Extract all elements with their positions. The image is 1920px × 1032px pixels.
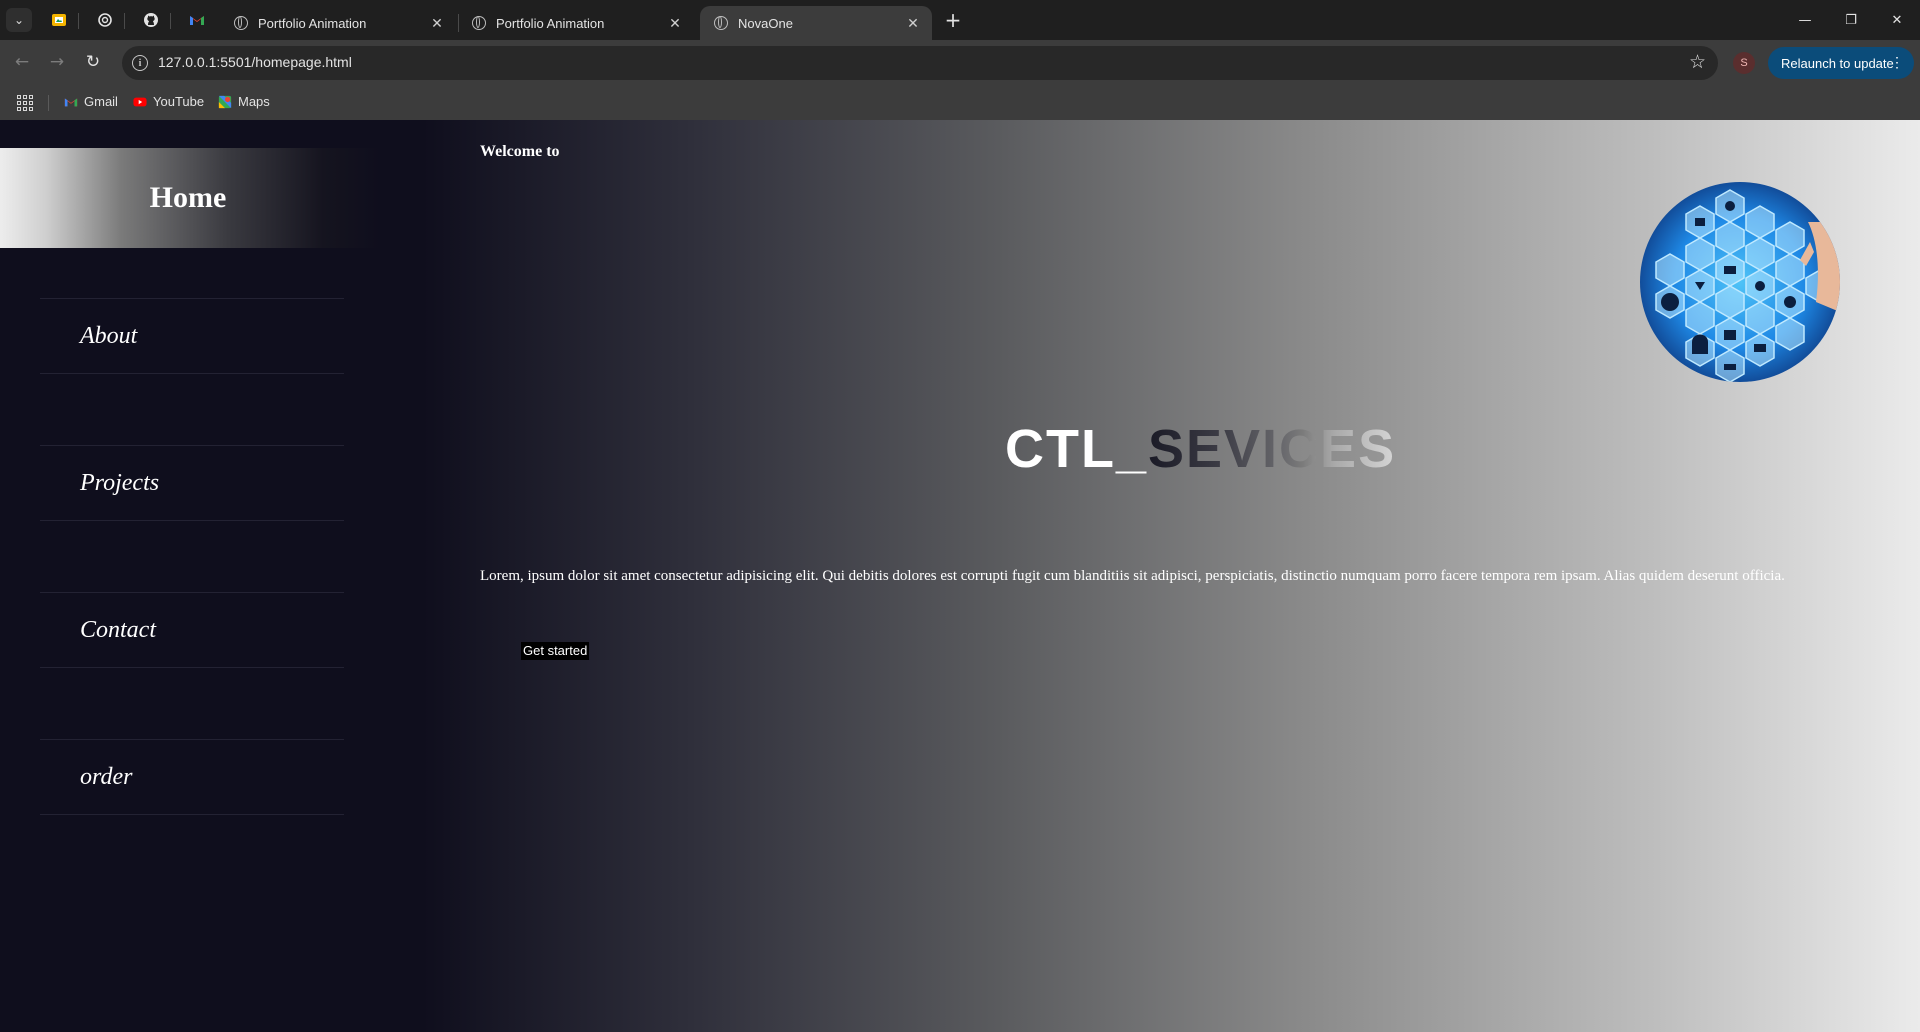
sidebar-item-label: Contact <box>80 616 156 643</box>
hero-body-text: Lorem, ipsum dolor sit amet consectetur … <box>480 568 1785 584</box>
sidebar-item-contact[interactable]: Contact <box>40 592 344 668</box>
hero-title-part1: CTL_ <box>1005 419 1148 479</box>
new-tab-plus-icon[interactable]: + <box>940 8 966 32</box>
address-url[interactable]: 127.0.0.1:5501/homepage.html <box>158 54 352 70</box>
window-close-icon[interactable]: ✕ <box>1874 0 1920 40</box>
tab-portfolio-animation-1[interactable]: Portfolio Animation ✕ <box>220 6 456 40</box>
browser-tabstrip: ⌄ Portfolio Animation ✕ Portfolio Animat… <box>0 0 1920 40</box>
close-icon[interactable]: ✕ <box>904 14 922 32</box>
gmail-icon <box>64 98 78 106</box>
pinned-tab-slides-icon[interactable] <box>46 8 72 32</box>
pinned-separator <box>78 13 79 29</box>
sidebar-item-order[interactable]: order <box>40 739 344 815</box>
tab-search-chevron-icon[interactable]: ⌄ <box>6 8 32 32</box>
relaunch-to-update-button[interactable]: Relaunch to update ⋮ <box>1768 47 1914 79</box>
pinned-separator <box>124 13 125 29</box>
globe-icon <box>472 16 486 30</box>
profile-avatar[interactable]: S <box>1733 52 1755 74</box>
pinned-separator <box>170 13 171 29</box>
sidebar-item-about[interactable]: About <box>40 298 344 374</box>
pinned-tab-github-icon[interactable] <box>138 8 164 32</box>
sidebar-nav: Home About Projects Contact order <box>0 120 380 1032</box>
maps-icon <box>218 95 232 108</box>
apps-grid-icon[interactable] <box>17 95 33 111</box>
page-viewport: Home About Projects Contact order Welcom… <box>0 120 1920 1032</box>
back-arrow-icon[interactable]: ← <box>10 50 34 74</box>
reload-icon[interactable]: ↻ <box>81 50 105 74</box>
hero-title: CTL_SEVICES <box>1005 418 1396 480</box>
bookmark-label: Gmail <box>84 94 118 109</box>
youtube-icon <box>133 97 147 106</box>
tab-portfolio-animation-2[interactable]: Portfolio Animation ✕ <box>458 6 694 40</box>
address-bar[interactable]: i 127.0.0.1:5501/homepage.html ☆ <box>122 46 1718 80</box>
sidebar-item-home[interactable]: Home <box>0 148 380 248</box>
home-label: Home <box>149 181 227 214</box>
tab-novaone[interactable]: NovaOne ✕ <box>700 6 932 40</box>
forward-arrow-icon[interactable]: → <box>45 50 69 74</box>
bookmark-youtube[interactable]: YouTube <box>133 94 204 109</box>
restore-icon[interactable]: ❐ <box>1828 0 1874 40</box>
close-icon[interactable]: ✕ <box>428 14 446 32</box>
relaunch-label: Relaunch to update <box>1781 55 1894 71</box>
bookmark-label: YouTube <box>153 94 205 109</box>
bookmark-separator <box>48 95 49 111</box>
close-icon[interactable]: ✕ <box>666 14 684 32</box>
more-menu-icon[interactable]: ⋮ <box>1890 54 1904 71</box>
bookmark-maps[interactable]: Maps <box>218 94 270 109</box>
pinned-tab-chatgpt-icon[interactable] <box>92 8 118 32</box>
sidebar-item-label: Projects <box>80 469 160 496</box>
hero-tech-image <box>1640 182 1840 382</box>
bookmark-gmail[interactable]: Gmail <box>64 94 118 109</box>
get-started-button[interactable]: Get started <box>521 642 590 660</box>
hero-title-part2: SEVICES <box>1148 419 1397 479</box>
sidebar-item-label: order <box>80 763 133 790</box>
bookmarks-bar: Gmail YouTube Maps <box>0 86 1920 120</box>
sidebar-item-projects[interactable]: Projects <box>40 445 344 521</box>
tab-title: Portfolio Animation <box>496 15 605 31</box>
globe-icon <box>714 16 728 30</box>
sidebar-item-label: About <box>80 322 138 349</box>
bookmark-label: Maps <box>238 94 270 109</box>
tab-title: Portfolio Animation <box>258 15 367 31</box>
site-info-icon[interactable]: i <box>132 55 148 71</box>
pinned-tab-gmail-icon[interactable] <box>184 8 210 32</box>
minimize-icon[interactable]: — <box>1782 0 1828 40</box>
tab-title: NovaOne <box>738 15 793 31</box>
bookmark-star-icon[interactable]: ☆ <box>1689 51 1706 73</box>
browser-toolbar: ← → ↻ i 127.0.0.1:5501/homepage.html ☆ S… <box>0 40 1920 86</box>
welcome-text: Welcome to <box>480 143 560 160</box>
globe-icon <box>234 16 248 30</box>
